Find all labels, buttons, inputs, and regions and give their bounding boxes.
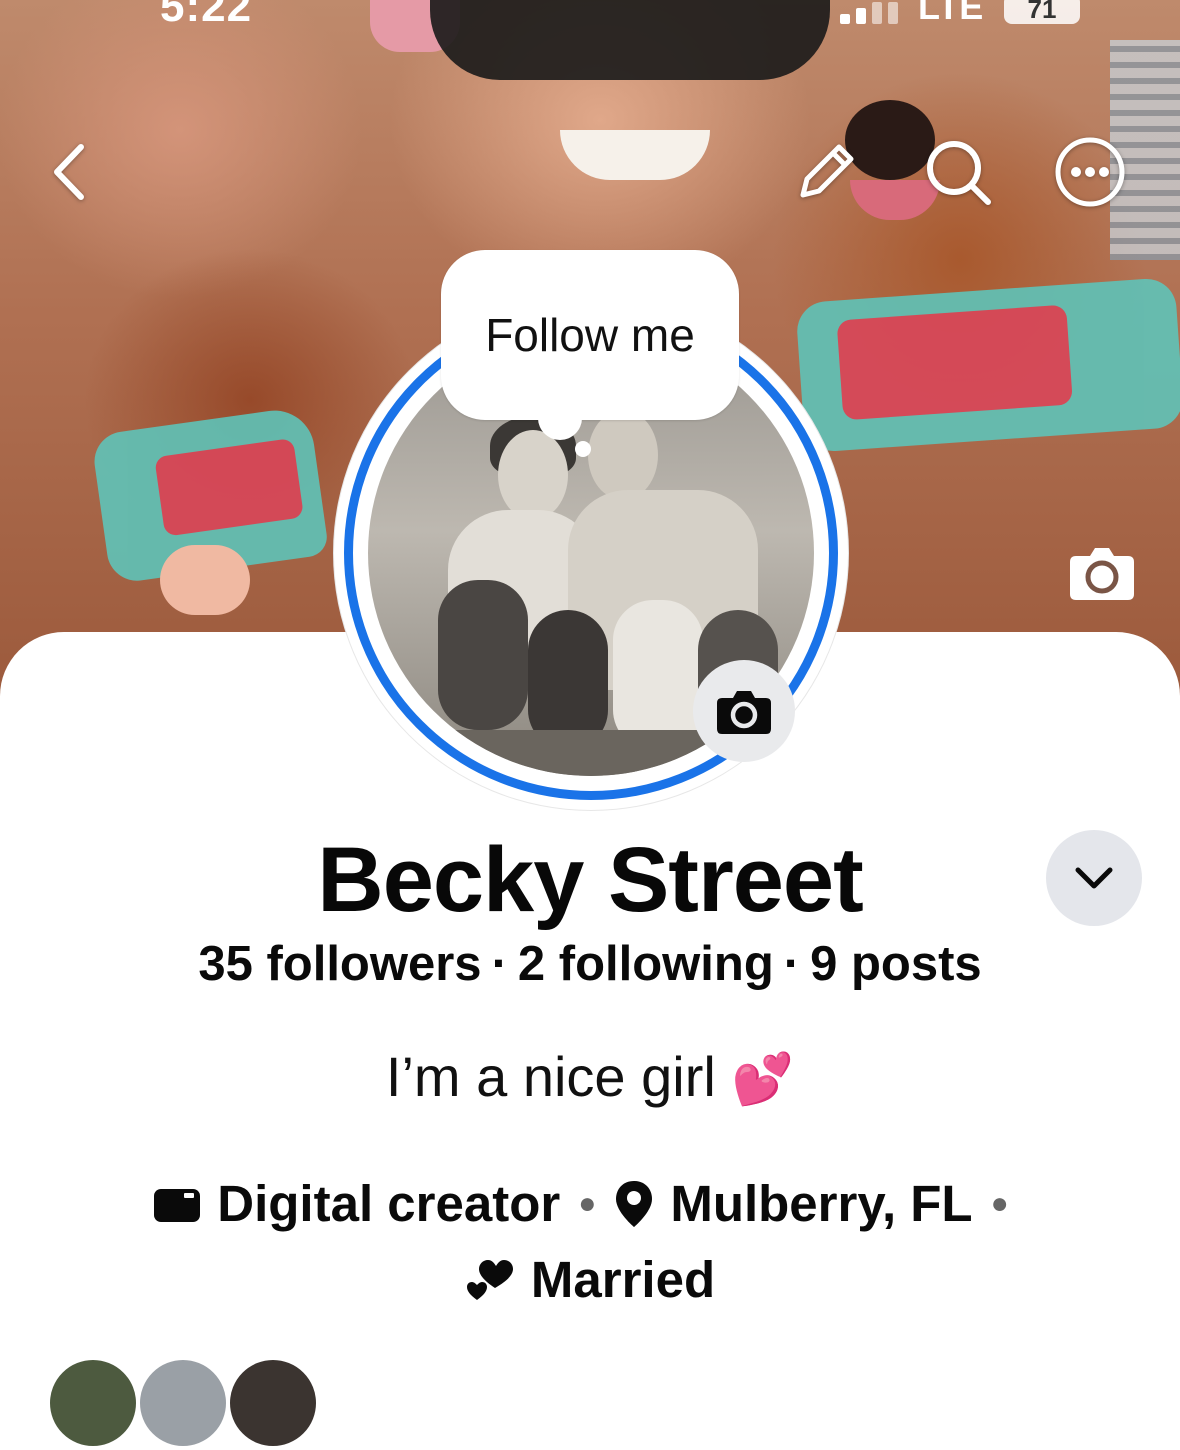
network-type: LTE bbox=[918, 0, 984, 27]
profile-bio-text: I’m a nice girl bbox=[385, 1045, 716, 1108]
profile-note-tail-dot bbox=[575, 441, 591, 457]
more-horizontal-icon bbox=[1055, 137, 1125, 207]
camera-icon bbox=[717, 691, 771, 734]
followers-count[interactable]: 35 followers bbox=[198, 937, 481, 991]
mutual-friends-avatars[interactable] bbox=[46, 1356, 320, 1450]
chevron-down-icon bbox=[1075, 867, 1113, 889]
profile-note[interactable]: Follow me bbox=[441, 250, 739, 420]
edit-profile-button[interactable] bbox=[786, 132, 866, 212]
more-options-button[interactable] bbox=[1050, 132, 1130, 212]
profile-category: Digital creator bbox=[217, 1175, 561, 1232]
following-count[interactable]: 2 following bbox=[518, 937, 774, 991]
pencil-icon bbox=[800, 144, 854, 198]
profile-name: Becky Street bbox=[317, 829, 863, 931]
search-button[interactable] bbox=[918, 132, 998, 212]
profile-details: Digital creator ● Mulberry, FL ● Married bbox=[0, 1166, 1180, 1318]
edit-cover-photo-button[interactable] bbox=[1068, 542, 1136, 602]
cover-photo-sunglasses bbox=[430, 0, 830, 80]
profile-relationship: Married bbox=[530, 1251, 716, 1308]
cover-photo-smile bbox=[560, 130, 710, 180]
status-time: 5:22 bbox=[160, 0, 253, 31]
avatar bbox=[136, 1356, 230, 1450]
cover-photo-hand bbox=[160, 545, 250, 615]
expand-profile-button[interactable] bbox=[1046, 830, 1142, 926]
search-icon bbox=[927, 141, 991, 205]
hearts-icon bbox=[465, 1258, 515, 1302]
profile-bio: I’m a nice girl 💕 bbox=[0, 1044, 1180, 1109]
profile-note-text: Follow me bbox=[485, 309, 695, 361]
signal-icon bbox=[840, 2, 898, 24]
camera-icon bbox=[1070, 548, 1134, 600]
edit-profile-picture-button[interactable] bbox=[693, 660, 795, 762]
profile-location: Mulberry, FL bbox=[670, 1175, 973, 1232]
avatar bbox=[46, 1356, 140, 1450]
back-button[interactable] bbox=[30, 132, 110, 212]
location-pin-icon bbox=[614, 1179, 654, 1229]
posts-count[interactable]: 9 posts bbox=[810, 937, 982, 991]
profile-stats: 35 followers · 2 following · 9 posts bbox=[198, 937, 982, 991]
battery-level: 71 bbox=[1004, 0, 1080, 24]
chevron-left-icon bbox=[54, 144, 84, 200]
two-hearts-emoji: 💕 bbox=[731, 1051, 795, 1107]
briefcase-icon bbox=[153, 1185, 201, 1223]
avatar bbox=[226, 1356, 320, 1450]
cover-photo-harness-right bbox=[795, 276, 1180, 454]
